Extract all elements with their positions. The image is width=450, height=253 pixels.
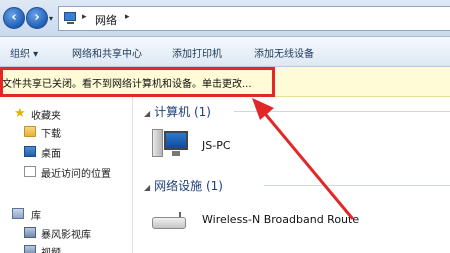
add-wireless-device-button[interactable]: 添加无线设备 [254,45,314,60]
group-divider [234,111,450,112]
address-bar: ‹ › ▾ ▸ 网络 ▸ [0,0,450,37]
nav-item-label: 桌面 [41,149,61,160]
group-divider [264,185,450,186]
computer-icon[interactable] [152,127,188,159]
nav-item-libraries[interactable]: 库 [0,205,133,223]
address-field[interactable]: ▸ 网络 ▸ [58,6,450,31]
command-bar: 组织 ▾ 网络和共享中心 添加打印机 添加无线设备 [0,37,450,67]
chevron-right-icon[interactable]: ▸ [82,12,87,22]
nav-item-label: 暴风影视库 [41,230,91,241]
network-sharing-center-button[interactable]: 网络和共享中心 [72,45,142,60]
nav-item-video-library[interactable]: 暴风影视库 [0,224,133,242]
recent-places-icon [24,166,36,177]
video-icon [24,245,36,253]
network-icon [64,12,78,25]
router-item-label[interactable]: Wireless-N Broadband Route [202,213,359,226]
group-header-label: 网络设施 (1) [154,179,223,193]
collapse-triangle-icon[interactable]: ◢ [144,183,150,192]
address-path[interactable]: 网络 [95,12,117,28]
nav-item-favorites[interactable]: ★ 收藏夹 [0,105,133,123]
nav-item-label: 最近访问的位置 [41,169,111,180]
chevron-right-icon[interactable]: ▸ [125,12,130,22]
router-icon[interactable] [152,212,186,232]
desktop-icon [24,146,36,157]
nav-item-label: 下载 [41,129,61,140]
navigation-pane: ★ 收藏夹 下载 桌面 最近访问的位置 库 暴风影视库 视频 [0,97,133,253]
collapse-triangle-icon[interactable]: ◢ [144,109,150,118]
group-header-label: 计算机 (1) [154,105,211,119]
add-printer-button[interactable]: 添加打印机 [172,45,222,60]
nav-item-label: 库 [31,211,41,222]
content-pane: ◢ 计算机 (1) JS-PC ◢ 网络设施 (1) Wireless-N Broa… [134,97,450,253]
folder-icon [24,126,36,137]
group-header-network-infrastructure[interactable]: ◢ 网络设施 (1) [144,177,223,194]
nav-item-videos[interactable]: 视频 [0,242,133,253]
nav-item-desktop[interactable]: 桌面 [0,143,133,161]
annotation-highlight-box [0,67,275,97]
back-button[interactable]: ‹ [3,7,25,29]
nav-item-label: 视频 [41,244,61,253]
star-icon: ★ [14,106,26,121]
video-library-icon [24,227,36,238]
nav-item-downloads[interactable]: 下载 [0,123,133,141]
recent-pages-dropdown-icon[interactable]: ▾ [49,14,53,23]
nav-item-recent-places[interactable]: 最近访问的位置 [0,163,133,181]
nav-item-label: 收藏夹 [31,111,61,122]
forward-button[interactable]: › [26,7,48,29]
computer-item-label[interactable]: JS-PC [202,139,231,152]
organize-button[interactable]: 组织 ▾ [10,45,38,60]
library-icon [12,208,24,219]
group-header-computers[interactable]: ◢ 计算机 (1) [144,103,211,120]
